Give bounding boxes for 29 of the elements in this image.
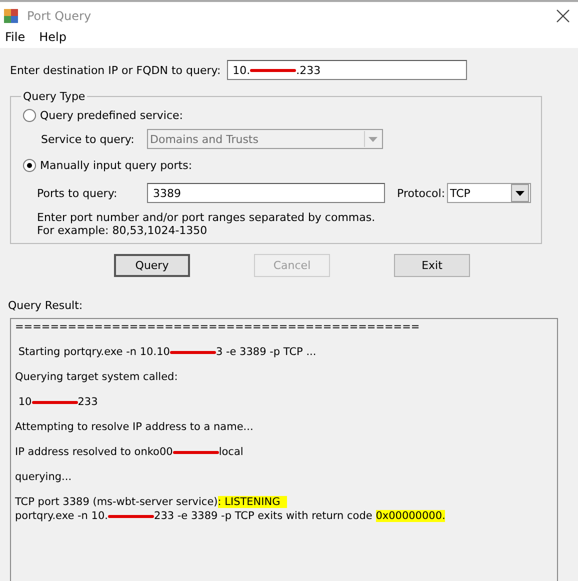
- close-icon[interactable]: [556, 9, 570, 23]
- output-line: Querying target system called:: [15, 371, 179, 384]
- output-line: TCP port 3389 (ms-wbt-server service): LISTENING: [15, 496, 553, 509]
- app-icon: [3, 8, 19, 24]
- destination-label: Enter destination IP or FQDN to query:: [10, 64, 221, 76]
- dialog-button[interactable]: Query: [114, 254, 190, 277]
- protocol-dropdown[interactable]: TCP: [447, 183, 532, 203]
- output-line: IP address resolved to onko00 local: [15, 446, 244, 459]
- radio-option[interactable]: Query predefined service:: [23, 105, 183, 125]
- result-label: Query Result:: [8, 299, 84, 312]
- output-line: querying...: [15, 471, 73, 484]
- ports-field[interactable]: 3389: [147, 183, 385, 203]
- output-line: 10 233: [17, 396, 99, 409]
- output-line: Attempting to resolve IP address to a name...: [15, 421, 254, 434]
- output-line: portqry.exe -n 10. 233 -e 3389 -p TCP exits with return code 0x00000000.: [15, 510, 446, 523]
- destination-field[interactable]: 10. .233: [226, 60, 467, 80]
- output-line: Starting portqry.exe -n 10.10 3 -e 3389 -p TCP ...: [17, 346, 318, 359]
- dialog-button[interactable]: Exit: [394, 254, 470, 277]
- protocol-label: Protocol:: [397, 186, 446, 200]
- radio-option[interactable]: Manually input query ports:: [23, 155, 192, 175]
- group-title: Query Type: [22, 90, 86, 103]
- hint-text: Enter port number and/or port ranges separated by commas.: [37, 211, 376, 224]
- hint-text: For example: 80,53,1024-1350: [37, 224, 208, 237]
- window-title: Port Query: [27, 9, 92, 23]
- service-label: Service to query:: [41, 132, 136, 146]
- menu-item[interactable]: File: [5, 30, 26, 48]
- menu-item[interactable]: Help: [39, 30, 66, 48]
- ports-label: Ports to query:: [37, 186, 118, 200]
- output-line: ==============================================: [15, 321, 421, 334]
